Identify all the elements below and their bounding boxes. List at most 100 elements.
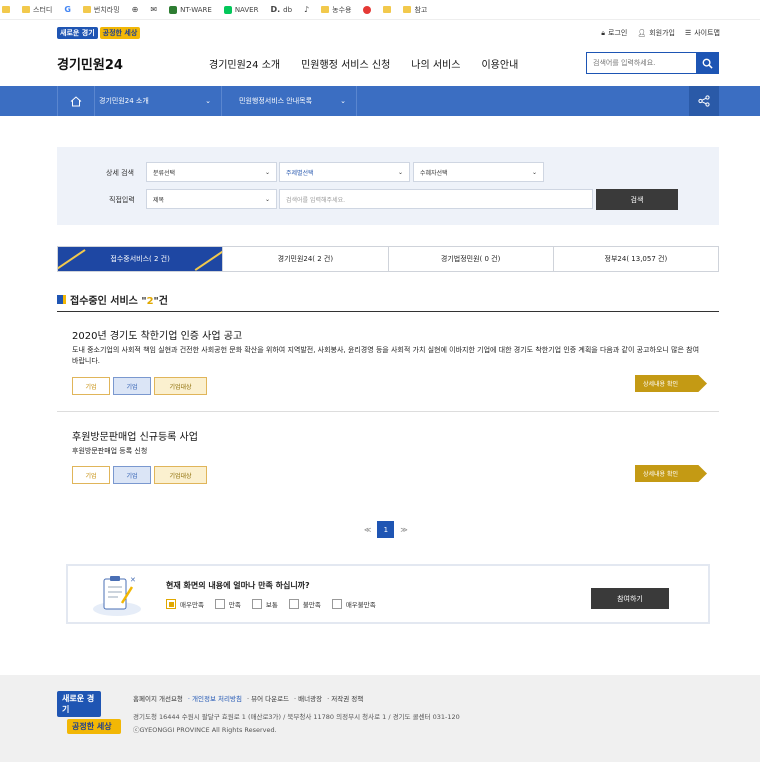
signup-link[interactable]: 👤︎ 회원가입 <box>637 28 675 38</box>
chevron-down-icon: ⌄ <box>397 168 403 176</box>
footer-link[interactable]: 홈페이지 개선요청 <box>133 693 183 703</box>
bookmark-item[interactable]: ⊕ <box>132 5 139 14</box>
keyword-input[interactable]: 검색어를 입력해주세요. <box>279 189 593 209</box>
bookmark-item[interactable]: 스터디 <box>22 5 52 15</box>
detail-search-label: 상세 검색 <box>106 169 134 177</box>
mail-icon: ✉ <box>150 5 158 14</box>
survey-question: 현재 화면의 내용에 얼마나 만족 하십니까? <box>166 581 310 590</box>
menu-icon: ☰ <box>684 29 692 37</box>
checkbox[interactable] <box>214 599 225 609</box>
folder-icon <box>403 6 412 13</box>
sub-nav: 경기민원24 소개 ⌄ 민원행정서비스 안내목록 ⌄ <box>0 86 760 116</box>
bookmark-item[interactable]: 참고 <box>403 5 427 15</box>
tag-label: 기업 <box>113 377 151 395</box>
globe-icon: ⊕ <box>131 5 139 14</box>
search-icon <box>702 58 713 69</box>
direct-input-label: 직접입력 <box>109 196 135 204</box>
tag-label: 기업대상 <box>154 466 207 484</box>
chevron-down-icon: ⌄ <box>531 168 537 176</box>
home-button[interactable] <box>57 86 95 116</box>
detail-button[interactable]: 상세내용 확인 <box>635 465 707 482</box>
subnav-menu-intro[interactable]: 경기민원24 소개 ⌄ <box>96 86 222 116</box>
bookmark-item[interactable] <box>383 6 392 13</box>
pagination: ≪ 1 ≫ <box>364 521 408 538</box>
bookmark-item[interactable] <box>2 6 10 13</box>
survey-option[interactable]: 보통 <box>251 599 278 609</box>
tab-receiving[interactable]: 접수중서비스( 2 건) <box>58 247 223 271</box>
bookmark-item[interactable]: ♪ <box>304 5 309 14</box>
footer-link[interactable]: · 배너광장 <box>294 693 322 703</box>
tag-label: 기업 <box>72 466 110 484</box>
topic-select[interactable]: 주제별선택 ⌄ <box>279 162 410 182</box>
gyeonggi-logo[interactable]: 새로운 경기 공정한 세상 <box>57 27 141 39</box>
survey-option[interactable]: 매우만족 <box>166 599 204 609</box>
survey-option[interactable]: 매우불만족 <box>331 599 376 609</box>
gnb-item-myservice[interactable]: 나의 서비스 <box>411 56 460 71</box>
subnav-menu-list[interactable]: 민원행정서비스 안내목록 ⌄ <box>222 86 357 116</box>
checkbox[interactable] <box>251 599 262 609</box>
service-item-desc: 도내 중소기업의 사회적 책임 실현과 건전한 사회공헌 문화 확산을 위하여 … <box>72 346 700 365</box>
footer: 새로운 경기 공정한 세상 홈페이지 개선요청 · 개인정보 처리방침 · 뷰어… <box>0 675 760 762</box>
survey-option[interactable]: 불만족 <box>288 599 321 609</box>
bookmark-item[interactable]: NT-WARE <box>169 5 212 14</box>
footer-link-privacy[interactable]: · 개인정보 처리방침 <box>188 693 242 703</box>
service-item: 후원방문판매업 신규등록 사업 후원방문판매업 등록 신청 기업 기업 기업대상… <box>57 426 719 496</box>
detail-button[interactable]: 상세내용 확인 <box>635 375 707 392</box>
category-select[interactable]: 분류선택 ⌄ <box>146 162 277 182</box>
prev-page-button[interactable]: ≪ <box>364 526 371 534</box>
survey-submit-button[interactable]: 참여하기 <box>591 588 669 609</box>
survey-options: 매우만족 만족 보통 불만족 매우불만족 <box>166 599 376 609</box>
share-button[interactable] <box>689 86 719 116</box>
beneficiary-select[interactable]: 수혜자선택 ⌄ <box>413 162 544 182</box>
checkbox[interactable] <box>331 599 342 609</box>
logo-text-b: 공정한 세상 <box>99 27 141 39</box>
gnb-item-guide[interactable]: 이용안내 <box>481 56 518 71</box>
footer-logo: 새로운 경기 공정한 세상 <box>57 691 121 734</box>
tab-minwon24[interactable]: 경기민원24( 2 건) <box>222 247 387 271</box>
bookmark-item[interactable] <box>363 5 372 14</box>
chevron-down-icon: ⌄ <box>264 195 270 203</box>
page-number[interactable]: 1 <box>377 521 395 538</box>
checkbox[interactable] <box>288 599 299 609</box>
site-icon <box>363 5 372 14</box>
naver-icon <box>223 5 232 14</box>
site-icon <box>169 5 178 14</box>
footer-link[interactable]: · 저작권 정책 <box>327 693 363 703</box>
checkbox-checked[interactable] <box>166 599 176 609</box>
footer-links: 홈페이지 개선요청 · 개인정보 처리방침 · 뷰어 다운로드 · 배너광장 ·… <box>133 693 363 703</box>
gnb-item-apply[interactable]: 민원행정 서비스 신청 <box>301 56 390 71</box>
field-select[interactable]: 제목 ⌄ <box>146 189 277 209</box>
search-button[interactable] <box>696 53 718 73</box>
footer-address: 경기도청 16444 수원시 팔달구 효원로 1 (매산로3가) / 북부청사 … <box>133 713 460 721</box>
lock-icon: 🔒︎ <box>601 28 605 37</box>
bookmark-item[interactable]: 번치라밍 <box>82 5 120 15</box>
service-item-title[interactable]: 후원방문판매업 신규등록 사업 <box>72 428 198 443</box>
service-item-title[interactable]: 2020년 경기도 착한기업 인증 사업 공고 <box>72 327 242 342</box>
survey-option[interactable]: 만족 <box>214 599 241 609</box>
global-nav: 경기민원24 소개 민원행정 서비스 신청 나의 서비스 이용안내 <box>209 56 518 71</box>
bookmark-item[interactable]: 농수용 <box>321 5 351 15</box>
bookmark-item[interactable]: ✉ <box>150 5 157 14</box>
login-link[interactable]: 🔒︎ 로그인 <box>601 28 627 38</box>
user-icon: 👤︎ <box>637 29 647 37</box>
folder-icon <box>383 6 392 13</box>
tab-gov24[interactable]: 정부24( 13,057 건) <box>552 247 718 271</box>
chevron-down-icon: ⌄ <box>264 168 270 176</box>
bookmark-item[interactable]: NAVER <box>223 5 258 14</box>
clipboard-survey-icon: ✕ <box>93 576 141 616</box>
tab-legal-minwon[interactable]: 경기법정민원( 0 건) <box>387 247 553 271</box>
site-brand[interactable]: 경기민원24 <box>57 54 123 73</box>
bookmark-item[interactable]: G <box>64 5 71 14</box>
header-search-input[interactable] <box>587 53 697 73</box>
section-title: 접수중인 서비스 "2"건 <box>57 292 719 312</box>
filter-search-button[interactable]: 검색 <box>596 189 678 210</box>
home-icon <box>70 95 82 106</box>
bookmark-item[interactable]: D. db <box>270 5 292 14</box>
header-search <box>586 52 719 74</box>
bookmarks-bar: 스터디 G 번치라밍 ⊕ ✉ NT-WARE NAVER D. db ♪ 농수용 … <box>0 0 760 20</box>
sitemap-link[interactable]: ☰ 사이트맵 <box>685 28 720 38</box>
chevron-down-icon: ⌄ <box>205 97 211 105</box>
next-page-button[interactable]: ≫ <box>400 526 407 534</box>
gnb-item-intro[interactable]: 경기민원24 소개 <box>209 56 280 71</box>
footer-link[interactable]: · 뷰어 다운로드 <box>247 693 289 703</box>
